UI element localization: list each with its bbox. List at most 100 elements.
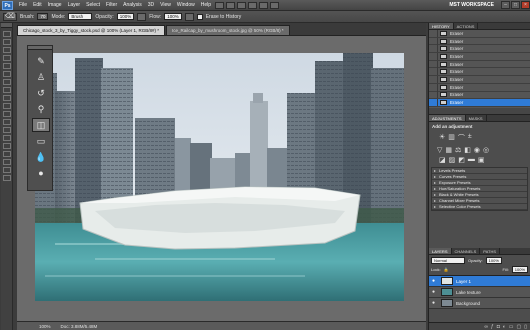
history-item[interactable]: Eraser	[429, 75, 530, 84]
tab-ice-doc[interactable]: Ice_Railcap_by_mushroom_stock.jpg @ 50% …	[165, 25, 290, 35]
canvas-image[interactable]	[35, 53, 404, 301]
menu-view[interactable]: View	[157, 2, 174, 8]
stamp-tool-icon[interactable]: ⚲	[32, 102, 50, 116]
layer-row[interactable]: ● Lake texture	[429, 287, 530, 298]
invert-icon[interactable]: ◪	[439, 156, 446, 164]
history-brush-tool-icon[interactable]: ↺	[32, 86, 50, 100]
minibridge-button[interactable]	[226, 1, 236, 9]
tab-paths[interactable]: PATHS	[480, 248, 501, 254]
gradient-tool-icon[interactable]: ▭	[32, 134, 50, 148]
close-button[interactable]: ×	[521, 1, 530, 9]
arrange-button[interactable]	[259, 1, 269, 9]
history-item-selected[interactable]: Eraser	[429, 99, 530, 107]
history-item[interactable]: Eraser	[429, 83, 530, 92]
balance-icon[interactable]: ⚖	[455, 146, 461, 154]
layer-row[interactable]: ● Background	[429, 298, 530, 309]
maximize-button[interactable]: □	[511, 1, 520, 9]
bridge-button[interactable]	[215, 1, 225, 9]
tool-panel-header[interactable]	[28, 46, 52, 50]
mode-select[interactable]: Brush	[68, 13, 93, 20]
zoom-level-button[interactable]	[248, 1, 258, 9]
menu-image[interactable]: Image	[45, 2, 65, 8]
brush-label: Brush:	[20, 13, 35, 20]
tool-preset-picker[interactable]: ⌫	[3, 12, 17, 21]
exposure-icon[interactable]: ±	[468, 133, 472, 143]
brush-size-field[interactable]: 70	[37, 13, 49, 20]
mixer-icon[interactable]: ◎	[483, 146, 489, 154]
gradient-map-icon[interactable]: ▬	[468, 156, 475, 164]
tab-history[interactable]: HISTORY	[429, 23, 454, 29]
opacity-field[interactable]: 100%	[116, 13, 135, 20]
mask-icon[interactable]: ◘	[497, 324, 500, 330]
eye-icon[interactable]: ●	[429, 278, 438, 284]
tab-layers[interactable]: LAYERS	[429, 248, 452, 254]
curves-icon[interactable]: ⌒	[458, 133, 465, 143]
menu-file[interactable]: File	[16, 2, 30, 8]
menu-edit[interactable]: Edit	[30, 2, 45, 8]
screen-mode-button[interactable]	[270, 1, 280, 9]
adjust-layer-icon[interactable]: ◐	[503, 324, 506, 330]
brush-tool-icon[interactable]: ✎	[32, 54, 50, 68]
menu-layer[interactable]: Layer	[65, 2, 84, 8]
menu-analysis[interactable]: Analysis	[120, 2, 145, 8]
erase-history-checkbox[interactable]	[196, 13, 203, 20]
new-layer-icon[interactable]: ▢	[517, 324, 522, 330]
minimize-button[interactable]: –	[501, 1, 510, 9]
selective-color-icon[interactable]: ▣	[478, 156, 485, 164]
blur-tool-icon[interactable]: 💧	[32, 150, 50, 164]
tab-adjustments[interactable]: ADJUSTMENTS	[429, 115, 466, 121]
folder-icon[interactable]: ▭	[509, 324, 514, 330]
eraser-tool-icon[interactable]: ◫	[32, 118, 50, 132]
history-item[interactable]: Eraser	[429, 52, 530, 61]
photo-filter-icon[interactable]: ◉	[474, 146, 480, 154]
history-panel-tabs: HISTORY ACTIONS	[429, 23, 530, 30]
history-item[interactable]: Eraser	[429, 37, 530, 46]
layer-thumbnail	[441, 299, 453, 307]
menu-help[interactable]: Help	[198, 2, 214, 8]
vibrance-icon[interactable]: ▽	[437, 146, 442, 154]
options-bar: ⌫ Brush: 70 Mode: Brush Opacity: 100% Fl…	[0, 11, 530, 23]
tab-chicago-doc[interactable]: Chicago_stock_3_by_Tiggy_stock.psd @ 100…	[17, 25, 165, 35]
bw-icon[interactable]: ◧	[464, 146, 471, 154]
history-item[interactable]: Eraser	[429, 91, 530, 100]
menu-filter[interactable]: Filter	[103, 2, 120, 8]
tab-channels[interactable]: CHANNELS	[452, 248, 481, 254]
threshold-icon[interactable]: ◩	[458, 156, 465, 164]
lock-icon[interactable]: 🔒	[444, 267, 462, 272]
blend-mode-select[interactable]: Normal	[431, 257, 465, 264]
zoom-level[interactable]: 100%	[39, 324, 51, 329]
layers-footer: ∞ ƒ ◘ ◐ ▭ ▢ ▯	[429, 322, 530, 330]
menu-3d[interactable]: 3D	[145, 2, 157, 8]
tab-actions[interactable]: ACTIONS	[454, 23, 479, 29]
view-extras-button[interactable]	[237, 1, 247, 9]
eye-icon[interactable]: ●	[429, 300, 438, 306]
brightness-icon[interactable]: ☀	[439, 133, 445, 143]
history-item[interactable]: Eraser	[429, 29, 530, 38]
trash-icon[interactable]: ▯	[524, 324, 527, 330]
posterize-icon[interactable]: ▨	[449, 156, 456, 164]
pressure-opacity-button[interactable]	[137, 12, 147, 21]
clone-stamp-tool-icon[interactable]: ♙	[32, 70, 50, 84]
fill-field[interactable]: 100%	[511, 266, 528, 273]
dodge-tool-icon[interactable]: ●	[32, 166, 50, 180]
history-item[interactable]: Eraser	[429, 60, 530, 69]
hue-icon[interactable]: ▦	[445, 146, 452, 154]
flow-field[interactable]: 100%	[164, 13, 182, 20]
airbrush-button[interactable]	[184, 12, 194, 21]
menu-select[interactable]: Select	[83, 2, 103, 8]
link-icon[interactable]: ∞	[484, 324, 488, 330]
preset-selective-color[interactable]: Selective Color Presets	[432, 204, 527, 210]
layer-row[interactable]: ● Layer 1	[429, 276, 530, 287]
levels-icon[interactable]: ▥	[448, 133, 455, 143]
tab-masks[interactable]: MASKS	[466, 115, 487, 121]
eye-icon[interactable]: ●	[429, 289, 438, 295]
history-list: Eraser Eraser Eraser Eraser Eraser Erase…	[429, 29, 530, 108]
adjustment-icons-row3: ◪ ▨ ◩ ▬ ▣	[429, 155, 530, 167]
workspace-switcher[interactable]: MST WORKSPACE	[449, 2, 494, 8]
doc-size: Doc: 3.88M/5.48M	[60, 323, 98, 329]
menu-window[interactable]: Window	[174, 2, 198, 8]
fx-icon[interactable]: ƒ	[491, 324, 494, 330]
history-item[interactable]: Eraser	[429, 68, 530, 77]
layer-opacity-field[interactable]: 100%	[485, 257, 502, 264]
history-item[interactable]: Eraser	[429, 45, 530, 54]
